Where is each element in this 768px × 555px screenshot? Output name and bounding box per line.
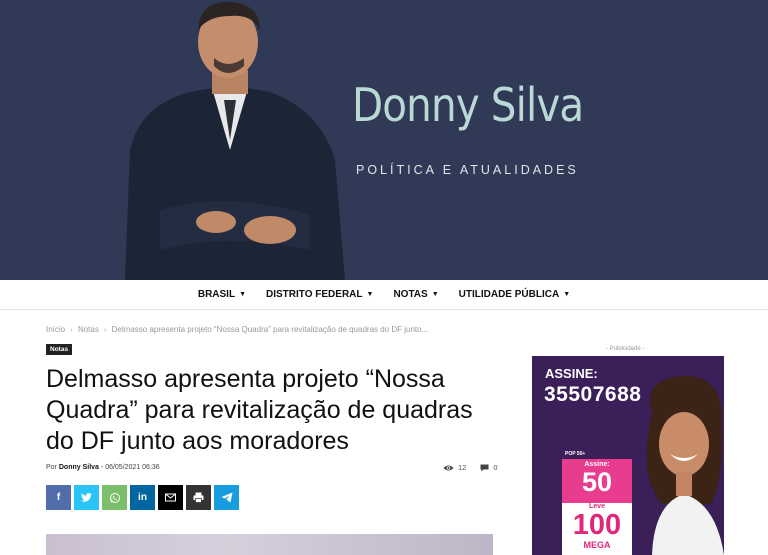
article-meta: Por Donny Silva - 06/05/2021 06:36 xyxy=(46,464,160,471)
sidebar-ad-banner[interactable]: ASSINE: 35507688 POP 50+ Assine: 50 Leve… xyxy=(532,356,724,555)
share-whatsapp-button[interactable] xyxy=(102,485,127,510)
nav-item-label: DISTRITO FEDERAL xyxy=(266,289,363,300)
advertising-label: - Publicidade - xyxy=(606,346,645,352)
breadcrumb-home[interactable]: Início xyxy=(46,325,65,334)
article-title: Delmasso apresenta projeto “Nossa Quadra… xyxy=(46,365,473,455)
eye-icon xyxy=(443,465,454,470)
share-buttons: f in xyxy=(46,485,239,510)
nav-item-distrito-federal[interactable]: DISTRITO FEDERAL ▼ xyxy=(256,289,383,300)
ad-assine-text: ASSINE: xyxy=(545,366,598,381)
comments-count[interactable]: 0 xyxy=(480,463,498,472)
nav-item-utilidade-publica[interactable]: UTILIDADE PÚBLICA ▼ xyxy=(449,289,581,300)
breadcrumb-current: Delmasso apresenta projeto “Nossa Quadra… xyxy=(111,325,429,334)
chevron-right-icon: › xyxy=(70,327,73,334)
telegram-icon xyxy=(221,492,232,503)
share-print-button[interactable] xyxy=(186,485,211,510)
nav-item-label: BRASIL xyxy=(197,289,236,300)
nav-item-label: UTILIDADE PÚBLICA xyxy=(458,289,560,300)
linkedin-icon: in xyxy=(138,492,147,503)
breadcrumb-section[interactable]: Notas xyxy=(78,325,99,334)
author-photo xyxy=(125,1,345,280)
views-value: 12 xyxy=(458,463,467,472)
share-telegram-button[interactable] xyxy=(214,485,239,510)
date-separator: - xyxy=(100,464,104,471)
facebook-icon: f xyxy=(56,492,61,503)
ad-price-box: Assine: 50 xyxy=(562,459,632,504)
author-link[interactable]: Donny Silva xyxy=(59,464,99,471)
ad-box2-big: 100 xyxy=(572,509,622,541)
whatsapp-icon xyxy=(109,492,120,503)
share-facebook-button[interactable]: f xyxy=(46,485,71,510)
chevron-down-icon: ▼ xyxy=(563,291,571,298)
main-nav: BRASIL ▼ DISTRITO FEDERAL ▼ NOTAS ▼ UTILIDA… xyxy=(0,280,768,310)
article-featured-image xyxy=(46,534,493,555)
ad-box1-big: 50 xyxy=(581,467,613,497)
email-icon xyxy=(165,493,176,502)
twitter-icon xyxy=(81,493,92,502)
breadcrumb: Início › Notas › Delmasso apresenta proj… xyxy=(46,325,431,334)
brand-tagline: POLÍTICA E ATUALIDADES xyxy=(356,163,579,177)
nav-item-label: NOTAS xyxy=(393,289,428,300)
print-icon xyxy=(193,492,204,503)
ad-phone-number: 35507688 xyxy=(544,383,642,406)
nav-item-brasil[interactable]: BRASIL ▼ xyxy=(188,289,256,300)
chevron-down-icon: ▼ xyxy=(431,291,439,298)
article-stats: 12 0 xyxy=(443,463,498,472)
ad-box2-unit: MEGA xyxy=(583,540,611,550)
views-count: 12 xyxy=(443,463,466,472)
ad-speed-box: Leve 100 MEGA xyxy=(562,503,632,555)
chevron-right-icon: › xyxy=(104,327,107,334)
nav-item-notas[interactable]: NOTAS ▼ xyxy=(383,289,448,300)
category-badge[interactable]: Notas xyxy=(46,344,73,355)
header-banner: Donny Silva POLÍTICA E ATUALIDADES xyxy=(0,0,768,280)
chevron-down-icon: ▼ xyxy=(239,291,247,298)
brand-name[interactable]: Donny Silva xyxy=(352,78,584,132)
share-email-button[interactable] xyxy=(158,485,183,510)
by-label: Por xyxy=(46,464,57,471)
ad-plan-name: POP 50+ xyxy=(565,451,586,457)
comments-value: 0 xyxy=(493,463,498,472)
chevron-down-icon: ▼ xyxy=(366,291,374,298)
share-twitter-button[interactable] xyxy=(74,485,99,510)
ad-model-photo xyxy=(646,375,724,555)
share-linkedin-button[interactable]: in xyxy=(130,485,155,510)
comment-icon xyxy=(480,464,489,471)
publish-date: 06/05/2021 06:36 xyxy=(105,464,160,471)
